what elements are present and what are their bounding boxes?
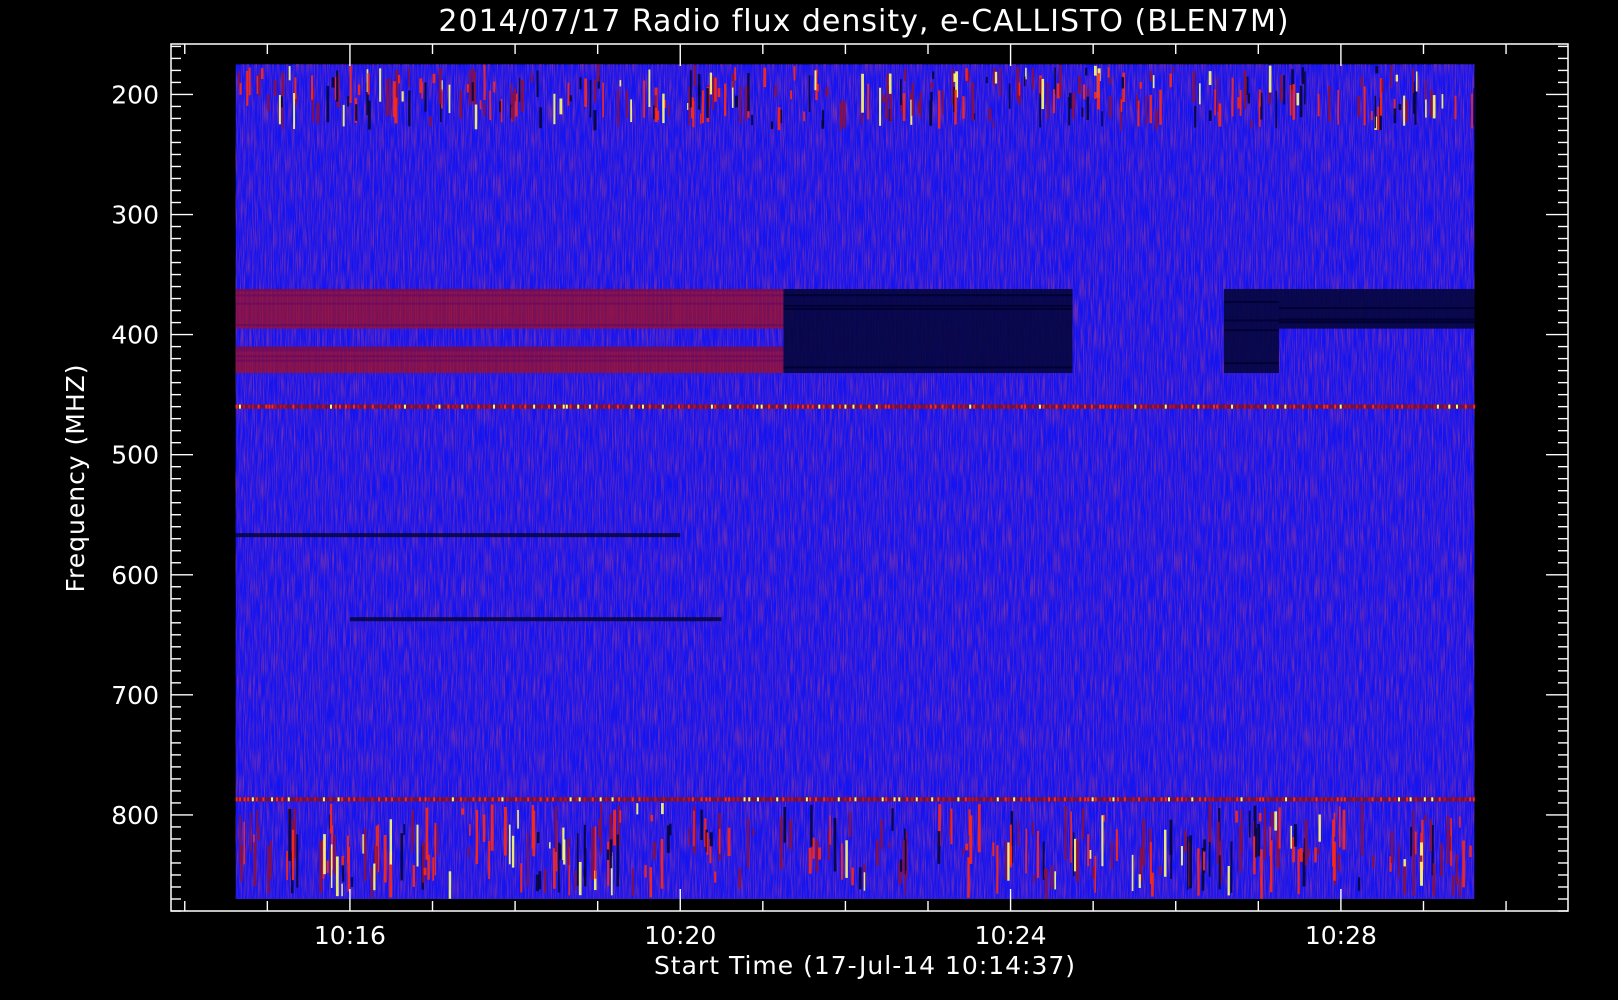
spectrogram-chart: 2014/07/17 Radio flux density, e-CALLIST… (61, 4, 1569, 980)
feature-band-enhanced (235, 288, 784, 329)
y-tick-label: 300 (111, 201, 159, 230)
feature-dark-line (235, 533, 681, 538)
y-tick-label: 400 (111, 321, 159, 350)
x-tick-label: 10:24 (975, 921, 1047, 950)
y-tick-label: 700 (111, 681, 159, 710)
y-axis-label: Frequency (MHZ) (61, 363, 90, 592)
feature-interference-line (235, 404, 1476, 409)
y-tick-label: 500 (111, 441, 159, 470)
y-tick-label: 200 (111, 80, 159, 109)
y-tick-label: 600 (111, 561, 159, 590)
x-tick-label: 10:16 (314, 921, 386, 950)
spectrogram-noise (235, 64, 1475, 899)
x-axis-label: Start Time (17-Jul-14 10:14:37) (654, 951, 1076, 980)
feature-band-depressed (1223, 288, 1279, 374)
spectrogram-plot-area (235, 64, 1476, 899)
x-tick-label: 10:28 (1305, 921, 1377, 950)
feature-band-depressed (783, 288, 1073, 374)
feature-dark-line (349, 617, 722, 622)
feature-interference-line (235, 797, 1475, 802)
x-tick-label: 10:20 (644, 921, 716, 950)
feature-band-enhanced (235, 346, 784, 374)
feature-band-depressed (1278, 288, 1475, 329)
y-tick-label: 800 (111, 801, 159, 830)
chart-title: 2014/07/17 Radio flux density, e-CALLIST… (438, 4, 1289, 39)
